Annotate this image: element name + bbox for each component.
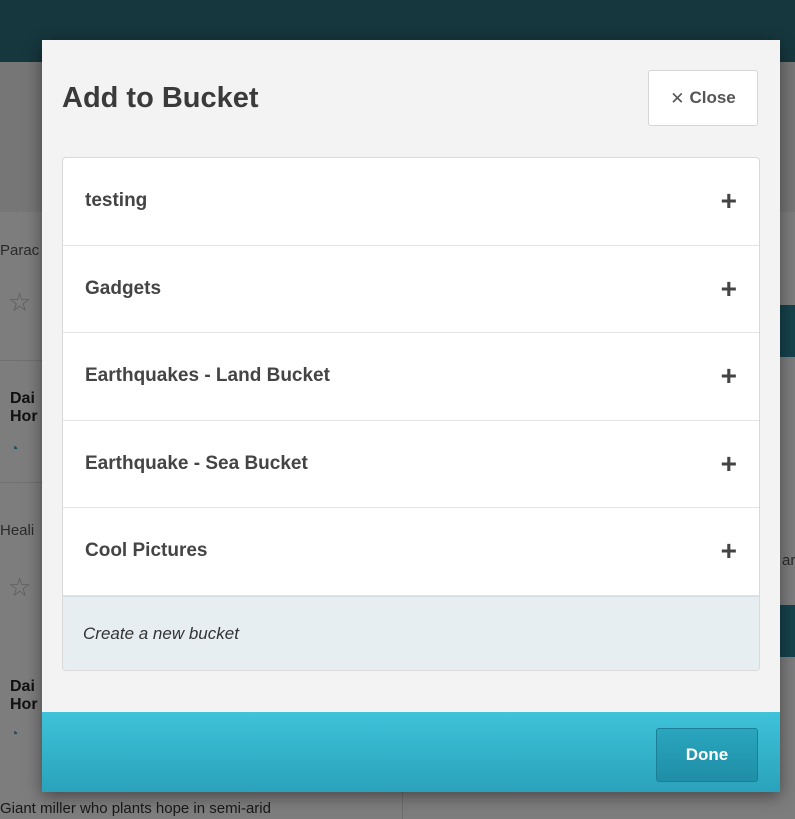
add-to-bucket-modal: Add to Bucket ✕ Close testing + Gadgets …: [42, 40, 780, 792]
plus-icon[interactable]: +: [721, 537, 737, 565]
modal-footer: Done: [42, 712, 780, 792]
bucket-item-testing[interactable]: testing +: [63, 158, 759, 246]
bucket-name: Earthquake - Sea Bucket: [85, 452, 308, 474]
bucket-item-gadgets[interactable]: Gadgets +: [63, 246, 759, 333]
close-button[interactable]: ✕ Close: [648, 70, 758, 126]
new-bucket-input[interactable]: [83, 623, 739, 644]
plus-icon[interactable]: +: [721, 274, 737, 303]
bucket-list: testing + Gadgets + Earthquakes - Land B…: [62, 157, 760, 671]
plus-icon[interactable]: +: [721, 187, 737, 215]
close-icon: ✕: [670, 88, 685, 108]
plus-icon[interactable]: +: [721, 449, 737, 478]
modal-title: Add to Bucket: [62, 82, 259, 114]
bucket-name: testing: [85, 190, 148, 212]
create-bucket-row: [63, 595, 759, 670]
bucket-name: Gadgets: [85, 277, 162, 299]
close-button-label: Close: [689, 88, 736, 107]
bucket-name: Earthquakes - Land Bucket: [85, 365, 330, 387]
done-button[interactable]: Done: [656, 728, 758, 782]
bucket-item-earthquakes-land[interactable]: Earthquakes - Land Bucket +: [63, 333, 759, 421]
bucket-item-earthquake-sea[interactable]: Earthquake - Sea Bucket +: [63, 421, 759, 508]
bucket-name: Cool Pictures: [85, 540, 208, 562]
plus-icon[interactable]: +: [721, 362, 737, 390]
bucket-item-cool-pictures[interactable]: Cool Pictures +: [63, 508, 759, 596]
